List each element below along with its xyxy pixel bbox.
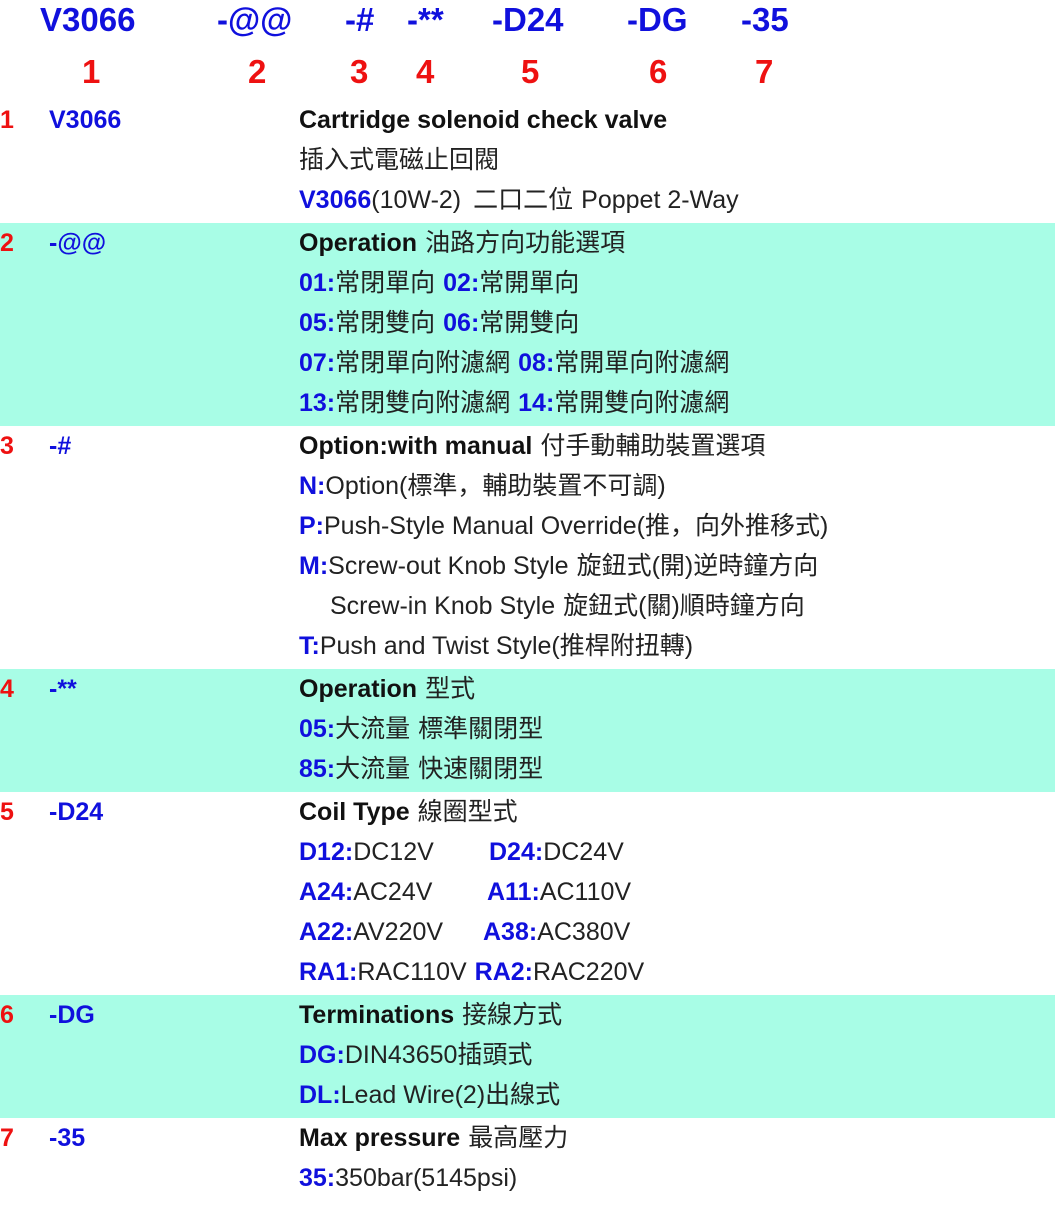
option-row-n: N:Option(標準，輔助裝置不可調) bbox=[299, 471, 666, 500]
section-2: 2 -@@ Operation 油路方向功能選項 01:常閉單向 02:常開單向 0… bbox=[0, 223, 1055, 426]
section-title: Coil Type 線圈型式 bbox=[299, 797, 518, 826]
section-code: -# bbox=[49, 432, 72, 460]
position-number-3: 3 bbox=[350, 53, 369, 90]
option-row: RA1:RAC110V RA2:RAC220V bbox=[299, 958, 645, 986]
option-row: 35:350bar(5145psi) bbox=[299, 1164, 518, 1192]
section-code: -35 bbox=[49, 1124, 86, 1152]
model-desc: Poppet 2-Way bbox=[581, 186, 739, 214]
option-row: DG:DIN43650插頭式 bbox=[299, 1040, 533, 1069]
position-numbers: 1 2 3 4 5 6 7 bbox=[0, 52, 1055, 96]
code-segment-7: -35 bbox=[741, 1, 789, 38]
option-row: D12:DC12V D24:DC24V bbox=[299, 838, 624, 866]
section-number: 5 bbox=[0, 798, 14, 826]
section-title: Max pressure 最高壓力 bbox=[299, 1123, 569, 1152]
section-code: -** bbox=[49, 675, 77, 703]
section-number: 3 bbox=[0, 432, 14, 460]
position-number-5: 5 bbox=[521, 53, 540, 90]
code-segment-6: -DG bbox=[627, 1, 688, 38]
section-title: Operation 油路方向功能選項 bbox=[299, 228, 626, 257]
option-row: A24:AC24V A11:AC110V bbox=[299, 878, 632, 906]
section-title: Operation 型式 bbox=[299, 674, 476, 703]
section-title: Cartridge solenoid check valve bbox=[299, 106, 668, 134]
model-code: V3066 bbox=[299, 186, 372, 214]
option-row-m2: Screw-in Knob Style 旋鈕式(關)順時鐘方向 bbox=[330, 591, 805, 620]
section-5: 5 -D24 Coil Type 線圈型式 D12:DC12V D24:DC24V … bbox=[0, 792, 1055, 995]
section-3: 3 -# Option:with manual 付手動輔助裝置選項 N:Optio… bbox=[0, 426, 1055, 669]
model-cn: 二口二位 bbox=[473, 185, 574, 214]
position-number-4: 4 bbox=[416, 53, 435, 90]
option-row-m: M:Screw-out Knob Style 旋鈕式(開)逆時鐘方向 bbox=[299, 551, 819, 580]
section-code: V3066 bbox=[49, 106, 122, 134]
option-row: DL:Lead Wire(2)出線式 bbox=[299, 1080, 561, 1109]
option-row: 01:常閉單向 02:常開單向 bbox=[299, 268, 580, 297]
code-segment-1: V3066 bbox=[40, 1, 136, 38]
code-segment-2: -@@ bbox=[217, 1, 293, 38]
section-6: 6 -DG Terminations 接線方式 DG:DIN43650插頭式 DL… bbox=[0, 995, 1055, 1118]
section-title: Option:with manual 付手動輔助裝置選項 bbox=[299, 431, 766, 460]
option-row: 07:常閉單向附濾網 08:常開單向附濾網 bbox=[299, 348, 730, 377]
section-number: 7 bbox=[0, 1124, 14, 1152]
section-1: 1 V3066 Cartridge solenoid check valve 插… bbox=[0, 100, 1055, 223]
model-line: V3066(10W-2) 二口二位 Poppet 2-Way bbox=[299, 182, 1055, 222]
section-number: 1 bbox=[0, 106, 14, 134]
section-code: -@@ bbox=[49, 229, 107, 257]
code-segment-4: -** bbox=[407, 1, 444, 38]
section-number: 2 bbox=[0, 229, 14, 257]
option-row-t: T:Push and Twist Style(推桿附扭轉) bbox=[299, 631, 694, 660]
option-row: 13:常閉雙向附濾網 14:常開雙向附濾網 bbox=[299, 388, 730, 417]
option-row: 85:大流量 快速關閉型 bbox=[299, 754, 544, 783]
option-row: A22:AV220V A38:AC380V bbox=[299, 918, 631, 946]
option-row-p: P:Push-Style Manual Override(推，向外推移式) bbox=[299, 511, 829, 540]
model-spec: (10W-2) bbox=[371, 186, 462, 214]
section-7: 7 -35 Max pressure 最高壓力 35:350bar(5145psi… bbox=[0, 1118, 1055, 1211]
section-4: 4 -** Operation 型式 05:大流量 標準關閉型 85:大流量 快速關閉… bbox=[0, 669, 1055, 792]
code-segment-3: -# bbox=[345, 1, 375, 38]
section-title-cn: 插入式電磁止回閥 bbox=[299, 145, 500, 174]
section-number: 4 bbox=[0, 675, 14, 703]
position-number-2: 2 bbox=[248, 53, 267, 90]
section-code: -DG bbox=[49, 1001, 95, 1029]
option-row: 05:常閉雙向 06:常開雙向 bbox=[299, 308, 580, 337]
section-title: Terminations 接線方式 bbox=[299, 1000, 563, 1029]
option-row: 05:大流量 標準關閉型 bbox=[299, 714, 544, 743]
position-number-1: 1 bbox=[82, 53, 101, 90]
position-number-6: 6 bbox=[649, 53, 668, 90]
position-number-7: 7 bbox=[755, 53, 774, 90]
section-code: -D24 bbox=[49, 798, 104, 826]
ordering-code: V3066 -@@ -# -** -D24 -DG -35 bbox=[0, 0, 1055, 44]
section-number: 6 bbox=[0, 1001, 14, 1029]
code-segment-5: -D24 bbox=[492, 1, 564, 38]
